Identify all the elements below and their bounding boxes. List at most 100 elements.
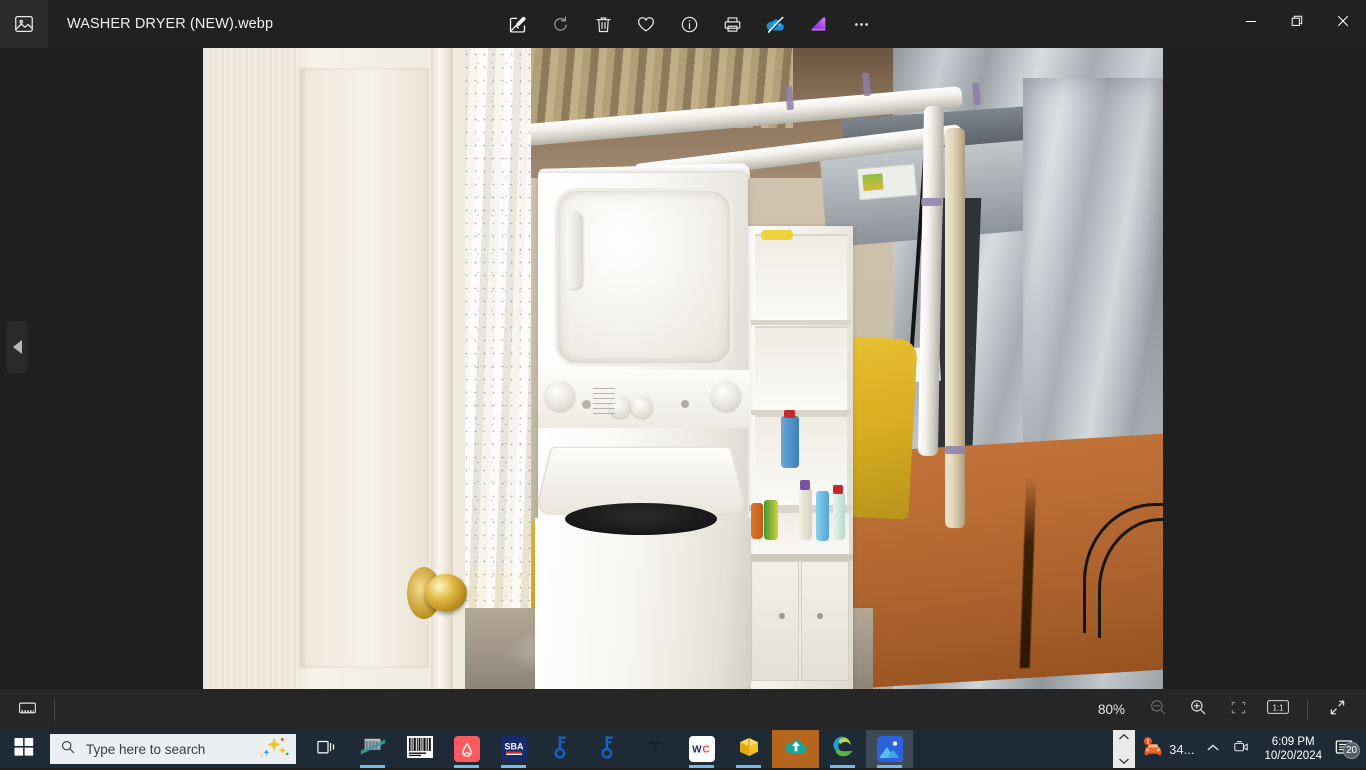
photo-indicator-light-2 [681,400,689,408]
photo-cabinet-knob-right [817,613,823,619]
car-alert-label: 34... [1169,742,1194,757]
task-view-icon [315,736,337,763]
sba-app-button[interactable]: SBA [490,730,537,768]
chevron-down-icon[interactable] [1118,752,1130,770]
tray-scroll-control[interactable] [1113,730,1135,768]
sparkle-icon[interactable] [256,735,290,764]
task-view-button[interactable] [302,730,349,768]
photo-knob-center-2 [631,396,653,418]
cloud-upload-icon [783,735,809,764]
ellipsis-icon [851,14,872,35]
restore-button[interactable] [1274,0,1320,46]
photos-icon [877,736,903,762]
more-options-button[interactable] [841,4,881,44]
print-icon [722,14,743,35]
svg-text:C: C [702,745,709,756]
notification-center-button[interactable]: 20 [1330,737,1362,762]
wc-app-button[interactable]: W C [678,730,725,768]
cloud-upload-app-button[interactable] [772,730,819,768]
rotate-button[interactable] [540,4,580,44]
photo-spray-bottle-white [799,488,812,540]
camera-icon [1232,738,1250,761]
key-app-2-button[interactable] [584,730,631,768]
photo-indicator-light [582,400,591,409]
key-app-1-button[interactable] [537,730,584,768]
fit-to-window-button[interactable] [1219,694,1257,726]
svg-text:W: W [692,745,702,756]
windows-taskbar: Type here to search [0,730,1366,768]
photo-beige-pipe [945,128,965,528]
image-viewer-stage[interactable] [0,48,1366,689]
fullscreen-button[interactable] [1318,694,1356,726]
clock[interactable]: 6:09 PM 10/20/2024 [1256,735,1330,763]
box-icon [737,735,761,764]
clock-time: 6:09 PM [1264,735,1322,749]
photo-dial-left [545,381,575,411]
zoom-out-button[interactable] [1139,694,1177,726]
chevron-up-icon[interactable] [1118,728,1130,746]
filter-app-button[interactable] [631,730,678,768]
bank-app-button[interactable] [349,730,396,768]
search-input[interactable]: Type here to search [50,734,296,764]
bottom-bar-left [0,694,63,726]
photo-pipe-band-4 [921,198,942,206]
filmstrip-icon [17,697,38,723]
filmstrip-button[interactable] [8,694,46,726]
photos-app-button[interactable] [866,730,913,768]
photo-cabinet-knob-left [779,613,785,619]
photo-bottle-cap-purple [800,480,810,490]
app-icon [0,0,48,48]
zoom-controls: 80% [1093,689,1356,730]
onedrive-button[interactable] [755,4,795,44]
car-alert-tray-item[interactable]: 34... [1135,730,1200,768]
window-controls [1228,0,1366,46]
search-icon [60,739,76,760]
svg-text:1:1: 1:1 [1272,704,1284,713]
close-button[interactable] [1320,0,1366,46]
photo-shelf-2 [755,326,847,412]
edge-icon [830,734,856,765]
key-icon [597,735,619,764]
toolbar [497,0,881,48]
photo-panel-text-lines [593,388,615,416]
airbnb-app-button[interactable] [443,730,490,768]
clock-date: 10/20/2024 [1264,749,1322,763]
photo-cabinet-door-left [751,561,799,681]
edge-browser-button[interactable] [819,730,866,768]
photo-pipe-band-5 [945,446,966,454]
fullscreen-icon [1327,697,1348,723]
photo-counter-top [747,554,853,561]
photo-yellow-item-on-shelf [761,230,793,240]
photo-icon [13,13,35,35]
package-app-button[interactable] [725,730,772,768]
heart-icon [635,13,657,35]
start-button[interactable] [0,730,48,768]
camera-status-icon[interactable] [1226,730,1256,768]
delete-button[interactable] [583,4,623,44]
info-button[interactable] [669,4,709,44]
edit-image-button[interactable] [497,4,537,44]
taskbar-apps: SBA [302,730,913,768]
barcode-app-button[interactable] [396,730,443,768]
photo-spray-bottle-blue [816,491,829,541]
print-button[interactable] [712,4,752,44]
zoom-out-icon [1148,697,1168,722]
actual-size-button[interactable]: 1:1 [1259,694,1297,726]
svg-text:SBA: SBA [504,742,524,752]
favorite-button[interactable] [626,4,666,44]
previous-image-button[interactable] [6,321,28,373]
edit-image-icon [507,14,528,35]
one-to-one-icon: 1:1 [1266,698,1290,721]
minimize-button[interactable] [1228,0,1274,46]
show-hidden-icons-button[interactable] [1200,730,1226,768]
trash-icon [593,14,614,35]
photos-app-window: WASHER DRYER (NEW).webp [0,0,1366,730]
photo-bottle-cap-red-2 [833,485,843,494]
photo-detergent-bottle [781,416,799,468]
key-icon [550,735,572,764]
photo-door-grain [203,48,297,689]
designer-button[interactable] [798,4,838,44]
photo-washer-tub [565,503,717,535]
displayed-photo[interactable] [203,48,1163,689]
zoom-in-button[interactable] [1179,694,1217,726]
